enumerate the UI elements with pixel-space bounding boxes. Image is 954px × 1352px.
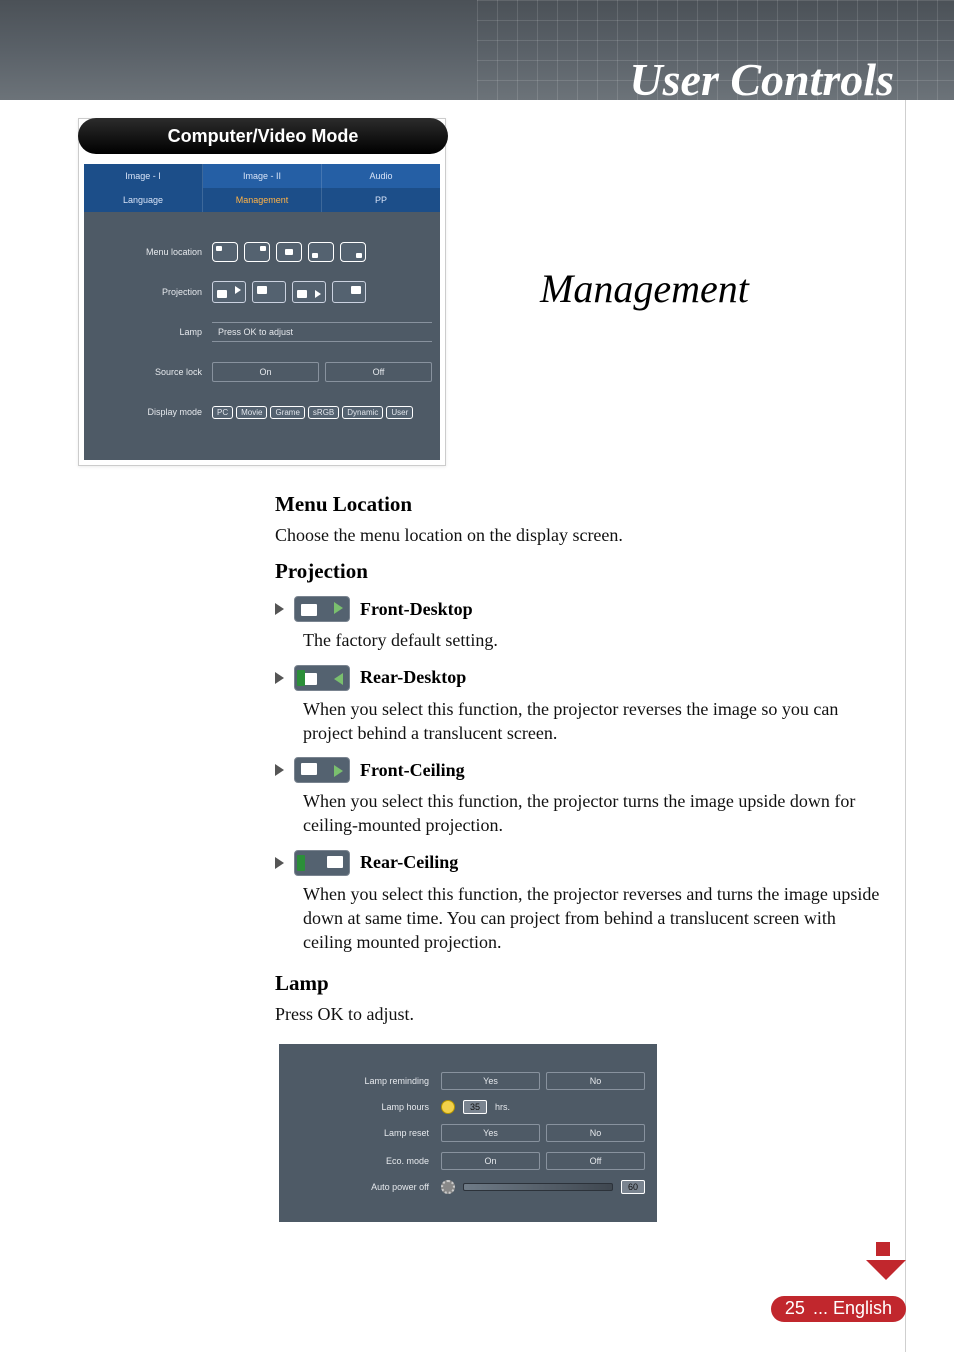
projection-front-desktop-icon[interactable] (212, 281, 246, 303)
lamp-hours-value: 35 (463, 1100, 487, 1114)
lamp-osd-panel: Lamp reminding Yes No Lamp hours 35 hrs.… (279, 1044, 657, 1222)
bullet-triangle-icon (275, 603, 284, 615)
display-mode-user[interactable]: User (386, 406, 413, 419)
rear-ceiling-name: Rear-Ceiling (360, 852, 458, 873)
rear-desktop-icon (294, 665, 350, 691)
osd-mode-title: Computer/Video Mode (78, 118, 448, 154)
tab-language[interactable]: Language (84, 188, 203, 212)
label-lamp-reset: Lamp reset (291, 1128, 441, 1138)
projection-front-ceiling-icon[interactable] (252, 281, 286, 303)
front-ceiling-name: Front-Ceiling (360, 760, 465, 781)
osd-tabs-row-2: Language Management PP (84, 188, 440, 212)
row-display-mode: Display mode PC Movie Grame sRGB Dynamic… (92, 398, 432, 426)
bullet-front-desktop: Front-Desktop (275, 596, 885, 622)
lamp-reminding-yes[interactable]: Yes (441, 1072, 540, 1090)
osd-tabs-row-1: Image - I Image - II Audio (84, 164, 440, 188)
lamp-hours-unit: hrs. (495, 1102, 510, 1112)
source-lock-on[interactable]: On (212, 362, 319, 382)
heading-menu-location: Menu Location (275, 492, 885, 517)
tab-image-1[interactable]: Image - I (84, 164, 203, 188)
header-title: User Controls (629, 53, 894, 106)
body-content: Menu Location Choose the menu location o… (275, 480, 885, 1026)
rear-ceiling-icon (294, 850, 350, 876)
display-mode-srgb[interactable]: sRGB (308, 406, 339, 419)
rear-desktop-text: When you select this function, the proje… (303, 697, 885, 746)
label-source-lock: Source lock (92, 367, 212, 377)
front-ceiling-text: When you select this function, the proje… (303, 789, 885, 838)
row-projection: Projection (92, 278, 432, 306)
bulb-icon (441, 1100, 455, 1114)
bullet-triangle-icon (275, 764, 284, 776)
menu-location-bottom-right[interactable] (340, 242, 366, 262)
tab-image-2[interactable]: Image - II (203, 164, 322, 188)
front-desktop-icon (294, 596, 350, 622)
label-menu-location: Menu location (92, 247, 212, 257)
menu-location-top-left[interactable] (212, 242, 238, 262)
rear-desktop-name: Rear-Desktop (360, 667, 466, 688)
auto-power-off-slider[interactable] (463, 1183, 613, 1191)
row-auto-power-off: Auto power off 60 (291, 1180, 645, 1194)
tab-audio[interactable]: Audio (322, 164, 440, 188)
bullet-front-ceiling: Front-Ceiling (275, 757, 885, 783)
row-lamp-hours: Lamp hours 35 hrs. (291, 1100, 645, 1114)
label-eco-mode: Eco. mode (291, 1156, 441, 1166)
heading-projection: Projection (275, 559, 885, 584)
heading-lamp: Lamp (275, 971, 885, 996)
tab-management[interactable]: Management (203, 188, 322, 212)
row-lamp-reminding: Lamp reminding Yes No (291, 1072, 645, 1090)
lamp-reset-no[interactable]: No (546, 1124, 645, 1142)
row-lamp-reset: Lamp reset Yes No (291, 1124, 645, 1142)
label-auto-power-off: Auto power off (291, 1182, 441, 1192)
page-number: 25 (785, 1298, 805, 1319)
label-lamp-hours: Lamp hours (291, 1102, 441, 1112)
menu-location-top-right[interactable] (244, 242, 270, 262)
section-title: Management (540, 265, 749, 312)
front-ceiling-icon (294, 757, 350, 783)
eco-mode-on[interactable]: On (441, 1152, 540, 1170)
projection-rear-desktop-icon[interactable] (292, 281, 326, 303)
projection-rear-ceiling-icon[interactable] (332, 281, 366, 303)
row-source-lock: Source lock On Off (92, 358, 432, 386)
display-mode-grame[interactable]: Grame (270, 406, 304, 419)
lamp-adjust-button[interactable]: Press OK to adjust (212, 322, 432, 342)
eco-mode-off[interactable]: Off (546, 1152, 645, 1170)
bullet-rear-desktop: Rear-Desktop (275, 665, 885, 691)
row-menu-location: Menu location (92, 238, 432, 266)
front-desktop-name: Front-Desktop (360, 599, 473, 620)
label-lamp: Lamp (92, 327, 212, 337)
page-number-pill: 25 ... English (771, 1296, 906, 1322)
page-divider (905, 100, 906, 1352)
label-display-mode: Display mode (92, 407, 212, 417)
lamp-reset-yes[interactable]: Yes (441, 1124, 540, 1142)
lamp-reminding-no[interactable]: No (546, 1072, 645, 1090)
gear-icon (441, 1180, 455, 1194)
label-lamp-reminding: Lamp reminding (291, 1076, 441, 1086)
bullet-triangle-icon (275, 672, 284, 684)
tab-pp[interactable]: PP (322, 188, 440, 212)
display-mode-pc[interactable]: PC (212, 406, 233, 419)
row-lamp: Lamp Press OK to adjust (92, 318, 432, 346)
header-banner: User Controls (0, 0, 954, 100)
menu-location-center[interactable] (276, 242, 302, 262)
osd-panel: Computer/Video Mode Image - I Image - II… (78, 118, 446, 466)
display-mode-dynamic[interactable]: Dynamic (342, 406, 383, 419)
page-language: ... English (813, 1298, 892, 1319)
rear-ceiling-text: When you select this function, the proje… (303, 882, 885, 955)
text-menu-location: Choose the menu location on the display … (275, 523, 885, 547)
front-desktop-text: The factory default setting. (303, 628, 885, 652)
page-arrow-icon (866, 1242, 906, 1286)
auto-power-off-value: 60 (621, 1180, 645, 1194)
text-lamp: Press OK to adjust. (275, 1002, 885, 1026)
row-eco-mode: Eco. mode On Off (291, 1152, 645, 1170)
display-mode-movie[interactable]: Movie (236, 406, 267, 419)
source-lock-off[interactable]: Off (325, 362, 432, 382)
bullet-rear-ceiling: Rear-Ceiling (275, 850, 885, 876)
osd-body: Menu location Projection (84, 212, 440, 460)
bullet-triangle-icon (275, 857, 284, 869)
menu-location-bottom-left[interactable] (308, 242, 334, 262)
label-projection: Projection (92, 287, 212, 297)
